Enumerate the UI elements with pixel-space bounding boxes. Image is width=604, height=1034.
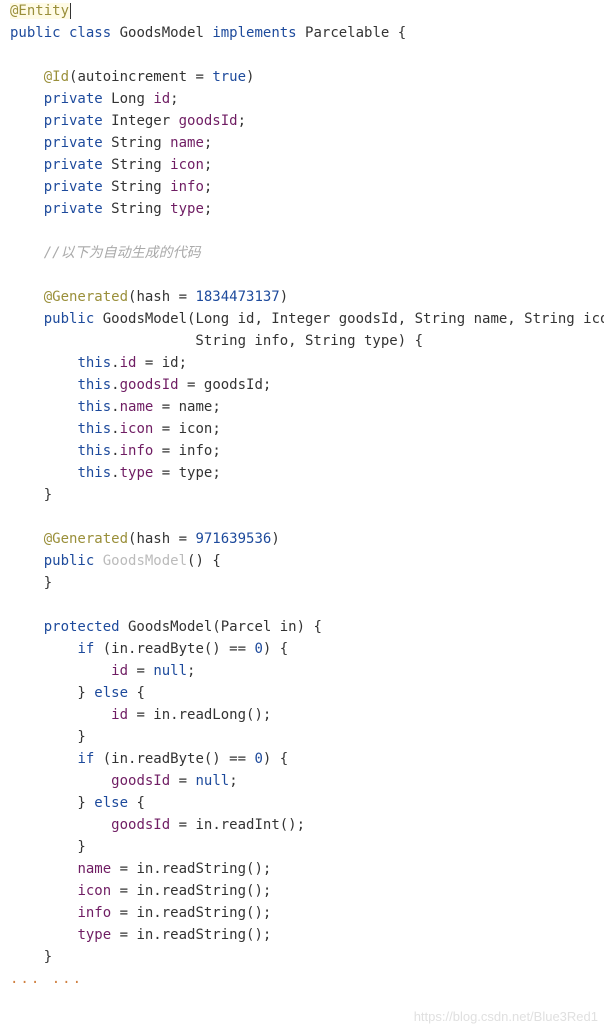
comment-auto-generated: //以下为自动生成的代码 xyxy=(44,245,201,261)
code-editor[interactable]: @Entity public class GoodsModel implemen… xyxy=(0,0,604,1034)
code-fold-ellipsis[interactable]: ... ... xyxy=(10,971,83,987)
annotation-entity: @Entity xyxy=(10,3,71,19)
watermark-text: https://blog.csdn.net/Blue3Red1 xyxy=(414,1006,598,1028)
code-content: @Entity public class GoodsModel implemen… xyxy=(0,0,604,990)
